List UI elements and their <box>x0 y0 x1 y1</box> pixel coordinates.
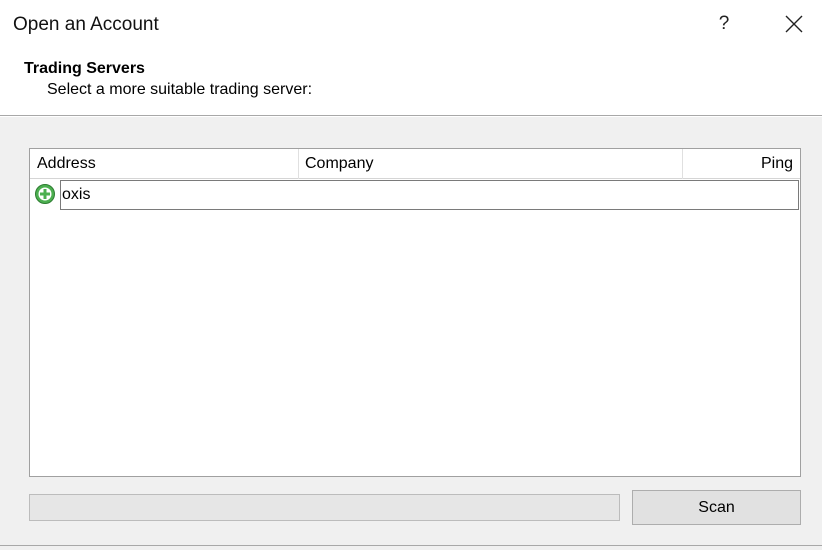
dialog-header: Trading Servers Select a more suitable t… <box>0 50 822 116</box>
column-header-ping[interactable]: Ping <box>683 149 800 179</box>
header-title: Trading Servers <box>24 60 145 77</box>
list-header: Address Company Ping <box>30 149 800 179</box>
scan-button[interactable]: Scan <box>632 490 801 525</box>
header-subtitle: Select a more suitable trading server: <box>47 81 313 98</box>
new-server-row[interactable] <box>30 180 800 210</box>
column-header-company[interactable]: Company <box>299 149 683 179</box>
server-list[interactable]: Address Company Ping <box>29 148 801 477</box>
help-button[interactable]: ? <box>700 6 748 42</box>
title-bar: Open an Account ? <box>0 0 822 50</box>
close-icon <box>785 15 803 33</box>
close-button[interactable] <box>768 6 820 42</box>
bottom-divider <box>0 545 822 550</box>
column-header-address[interactable]: Address <box>30 149 299 179</box>
window-title: Open an Account <box>13 14 159 35</box>
server-address-input[interactable] <box>60 180 799 210</box>
add-circle-icon[interactable] <box>34 183 56 205</box>
scan-progress-bar <box>29 494 620 521</box>
